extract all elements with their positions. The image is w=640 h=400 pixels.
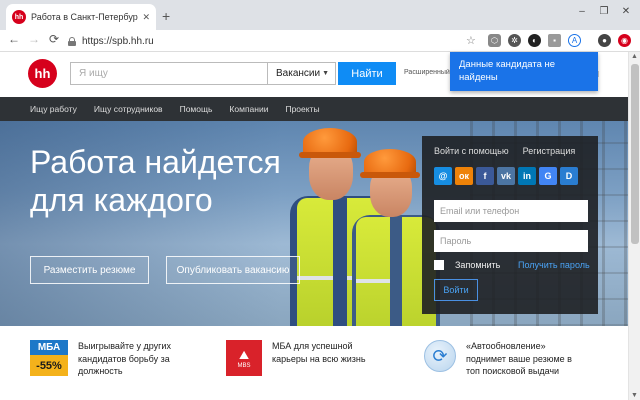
hero-title-line2: для каждого [30,182,213,218]
extension-popup-message: Данные кандидата не найдены [450,52,598,91]
social-login-buttons: @ ок f vk in G D [434,167,581,185]
promo-mba-discount[interactable]: МБА -55% Выигрывайте у других кандидатов… [30,340,200,378]
password-field[interactable] [434,230,588,252]
social-facebook-icon[interactable]: f [476,167,494,185]
tab-title: Работа в Санкт-Петербурге, по [31,12,138,22]
promo-text: «Автообновление» поднимет ваше резюме в … [466,341,572,376]
promo-text: Выигрывайте у других кандидатов борьбу з… [78,341,171,376]
refresh-icon: ⟳ [424,340,456,372]
remember-checkbox[interactable] [434,260,444,270]
social-vkontakte-icon[interactable]: vk [497,167,515,185]
close-window-button[interactable]: ✕ [616,0,636,22]
tab-close-icon[interactable]: ✕ [142,12,150,23]
chevron-down-icon: ▼ [322,70,329,77]
mbs-logo: ⛰ MBS [226,340,262,376]
scroll-down-icon[interactable]: ▼ [631,392,638,399]
promo-autoupdate[interactable]: ⟳ «Автообновление» поднимет ваше резюме … [424,340,604,378]
social-google-icon[interactable]: G [539,167,557,185]
bookmark-star-icon[interactable]: ☆ [466,34,476,47]
social-d-service-icon[interactable]: D [560,167,578,185]
tab-social-login[interactable]: Войти с помощью [434,146,509,156]
hero-title: Работа найдется для каждого [30,143,281,219]
hh-logo[interactable]: hh [28,59,57,88]
promo-text: МБА для успешной карьеры на всю жизнь [272,341,366,364]
reload-icon[interactable]: ⟳ [46,32,62,46]
promo-mbs[interactable]: ⛰ MBS МБА для успешной карьеры на всю жи… [226,340,396,376]
browser-tab-active[interactable]: hh Работа в Санкт-Петербурге, по ✕ [6,4,156,30]
extension-square-icon[interactable]: ▪ [548,34,561,47]
nav-item-job-search[interactable]: Ищу работу [30,104,77,114]
new-tab-button[interactable]: + [162,8,170,24]
remember-label: Запомнить [455,260,501,270]
login-button[interactable]: Войти [434,279,478,301]
extension-shield-icon[interactable]: ⬡ [488,34,501,47]
hero-title-line1: Работа найдется [30,144,281,180]
nav-item-help[interactable]: Помощь [180,104,213,114]
nav-item-projects[interactable]: Проекты [285,104,319,114]
get-password-link[interactable]: Получить пароль [518,260,590,270]
browser-toolbar: ← → ⟳ https://spb.hh.ru ☆ ⬡ ✲ ◐ ▪ A ● ◉ [0,30,640,52]
scrollbar-thumb[interactable] [631,64,639,244]
publish-vacancy-button[interactable]: Опубликовать вакансию [166,256,300,284]
extension-gear-icon[interactable]: ✲ [508,34,521,47]
nav-item-companies[interactable]: Компании [229,104,268,114]
address-url: https://spb.hh.ru [82,35,154,47]
scroll-up-icon[interactable]: ▲ [631,53,638,60]
extension-circle-icon[interactable]: ◐ [528,34,541,47]
extension-red-icon[interactable]: ◉ [618,34,631,47]
find-button[interactable]: Найти [338,62,396,85]
mbs-logo-text: MBS [237,362,251,369]
mba-badge-bottom: -55% [30,355,68,376]
social-email-icon[interactable]: @ [434,167,452,185]
search-scope-select[interactable]: Вакансии ▼ [268,62,336,85]
social-odnoklassniki-icon[interactable]: ок [455,167,473,185]
hh-favicon-icon: hh [12,10,26,24]
minimize-button[interactable]: – [572,0,592,22]
forward-arrow-icon[interactable]: → [26,32,42,46]
main-nav: Ищу работу Ищу сотрудников Помощь Компан… [0,97,628,121]
email-field[interactable] [434,200,588,222]
login-panel: Войти с помощью Регистрация @окfvkinGD З… [422,136,598,314]
search-scope-value: Вакансии [276,68,321,79]
mba-badge-top: МБА [30,340,68,355]
browser-tabstrip: hh Работа в Санкт-Петербурге, по ✕ + – ❐… [0,0,640,30]
extension-a-icon[interactable]: A [568,34,581,47]
advanced-search-link[interactable]: Расширенный [404,69,450,76]
mba-discount-badge: МБА -55% [30,340,68,376]
page-scrollbar[interactable]: ▲ ▼ [628,52,640,400]
maximize-button[interactable]: ❐ [594,0,614,22]
tab-register[interactable]: Регистрация [523,146,576,156]
nav-item-employee-search[interactable]: Ищу сотрудников [94,104,163,114]
social-linkedin-icon[interactable]: in [518,167,536,185]
remember-me[interactable]: Запомнить [434,260,500,270]
post-resume-button[interactable]: Разместить резюме [30,256,149,284]
promo-row: МБА -55% Выигрывайте у других кандидатов… [0,326,628,400]
lock-icon [68,36,76,46]
profile-avatar-icon[interactable]: ● [598,34,611,47]
search-input[interactable] [70,62,268,85]
back-arrow-icon[interactable]: ← [6,32,22,46]
address-bar[interactable]: https://spb.hh.ru [68,32,458,50]
